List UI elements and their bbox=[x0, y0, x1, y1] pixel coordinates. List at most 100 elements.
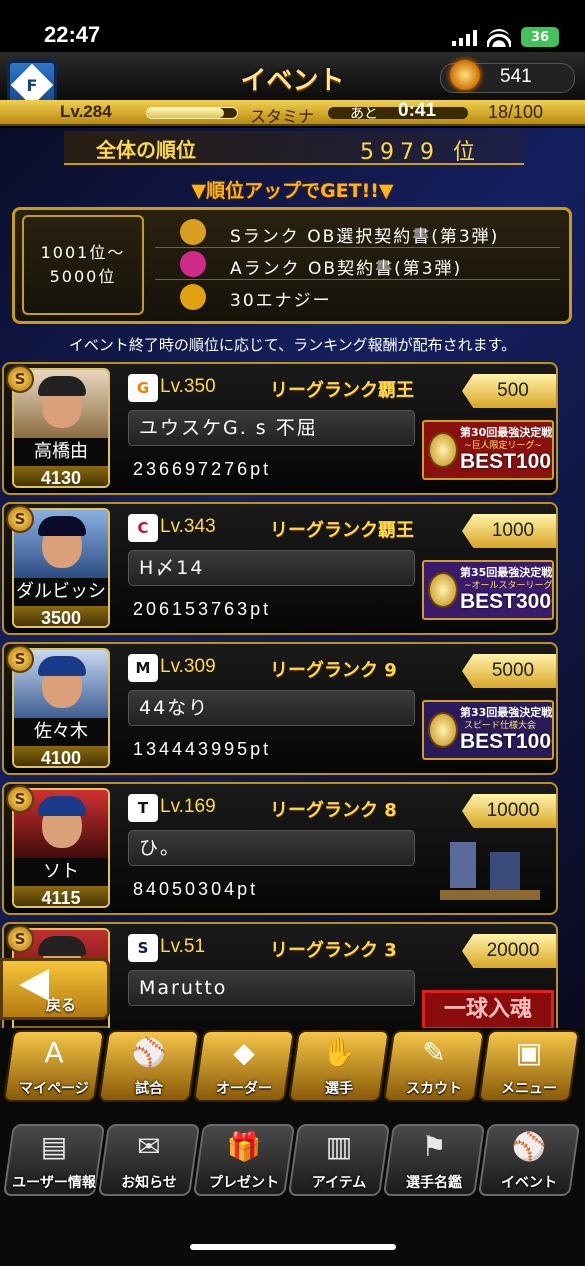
player-book-icon: ⚑ bbox=[421, 1130, 447, 1163]
wifi-icon bbox=[487, 29, 511, 47]
stamina-timer: 0:41 bbox=[398, 100, 437, 121]
giants-icon: G bbox=[128, 374, 158, 402]
title-badge: 第33回最強決定戦 スピード仕様大会 BEST1000 bbox=[422, 700, 554, 760]
rank-tag: 500 bbox=[462, 374, 556, 408]
badge-best: BEST100 bbox=[460, 450, 552, 473]
user-info-icon: ▤ bbox=[40, 1130, 68, 1163]
event-icon: ⚾ bbox=[511, 1130, 547, 1163]
signal-icon bbox=[452, 30, 480, 46]
user-name: 44なり bbox=[128, 690, 415, 726]
order-icon: ◆ bbox=[233, 1036, 255, 1069]
rank-tag: 1000 bbox=[462, 514, 556, 548]
menu-icon: ▣ bbox=[515, 1036, 543, 1069]
player-card-name: 佐々木 bbox=[14, 718, 108, 746]
s-rank-icon: S bbox=[6, 925, 34, 953]
reward-item-label: Sランク OB選択契約書(第3弾) bbox=[230, 227, 500, 247]
badge-best: BEST3000 bbox=[460, 590, 554, 613]
stamina-remain-label: あと bbox=[350, 106, 378, 122]
battery-icon: 36 bbox=[521, 27, 559, 47]
nav-label: 選手 bbox=[325, 1081, 353, 1097]
marines-icon: M bbox=[128, 654, 158, 682]
user-points: 236697276pt bbox=[133, 459, 272, 479]
nav-label: 試合 bbox=[135, 1081, 163, 1097]
user-name: ひ。 bbox=[128, 830, 415, 866]
carp-icon: C bbox=[128, 514, 158, 542]
nav-label: オーダー bbox=[216, 1081, 272, 1097]
s-rank-icon: S bbox=[6, 505, 34, 533]
stamina-label: スタミナ bbox=[250, 107, 315, 126]
status-time: 22:47 bbox=[44, 22, 101, 47]
reward-range: 1001位～ 5000位 bbox=[22, 215, 144, 315]
nav-label: イベント bbox=[501, 1175, 557, 1191]
player-icon: ✋ bbox=[321, 1036, 357, 1069]
energy-icon bbox=[450, 60, 480, 90]
user-level: Lv.51 bbox=[160, 936, 206, 957]
nav-label: ユーザー情報 bbox=[12, 1175, 96, 1191]
nav-label: アイテム bbox=[311, 1175, 367, 1191]
player-card-score: 4115 bbox=[14, 886, 108, 906]
swallows-icon: S bbox=[128, 934, 158, 962]
user-points: 84050304pt bbox=[133, 879, 259, 899]
medal-icon bbox=[428, 432, 458, 468]
scout-icon: ✎ bbox=[422, 1036, 446, 1069]
pixel-players-icon bbox=[440, 842, 540, 902]
energy-value: 541 bbox=[500, 66, 532, 87]
rank-tag: 10000 bbox=[462, 794, 556, 828]
nav-label: スカウト bbox=[406, 1081, 462, 1097]
user-points: 134443995pt bbox=[133, 739, 272, 759]
present-icon: 🎁 bbox=[226, 1130, 262, 1163]
user-name: ユウスケG. s 不屈 bbox=[128, 410, 415, 446]
tigers-icon: T bbox=[128, 794, 158, 822]
reward-item-label: Aランク OB契約書(第3弾) bbox=[230, 259, 463, 279]
nav-label: メニュー bbox=[501, 1081, 557, 1097]
nav-label: マイページ bbox=[19, 1081, 89, 1097]
league-rank: リーグランク 3 bbox=[270, 940, 397, 961]
mypage-icon: A bbox=[44, 1036, 64, 1069]
pink-contract-icon bbox=[180, 251, 206, 277]
notice-icon: ✉ bbox=[137, 1130, 161, 1163]
user-level: Lv.169 bbox=[160, 796, 216, 817]
league-rank: リーグランク 9 bbox=[270, 660, 397, 681]
league-rank: リーグランク 8 bbox=[270, 800, 397, 821]
player-card-name: ダルビッシュ bbox=[14, 578, 108, 626]
league-rank: リーグランク覇王 bbox=[270, 380, 414, 401]
back-label: 戻る bbox=[46, 996, 77, 1014]
user-points: 206153763pt bbox=[133, 599, 272, 619]
back-arrow-icon bbox=[19, 969, 49, 1001]
rank-tag: 20000 bbox=[462, 934, 556, 968]
league-rank: リーグランク覇王 bbox=[270, 520, 414, 541]
nav-label: プレゼント bbox=[209, 1175, 279, 1191]
medal-icon bbox=[428, 712, 458, 748]
reward-range-line1: 1001位～ bbox=[40, 243, 126, 262]
s-rank-icon: S bbox=[6, 785, 34, 813]
item-icon: ▥ bbox=[325, 1130, 353, 1163]
badge-best: BEST1000 bbox=[460, 730, 554, 753]
medal-icon bbox=[428, 572, 458, 608]
level-gauge bbox=[146, 107, 238, 119]
player-level: Lv.284 bbox=[60, 102, 112, 121]
nav-label: お知らせ bbox=[121, 1175, 177, 1191]
player-card-score: 3500 bbox=[14, 606, 108, 626]
nav-label: 選手名鑑 bbox=[406, 1175, 462, 1191]
user-name: H〆14 bbox=[128, 550, 415, 586]
s-rank-icon: S bbox=[6, 645, 34, 673]
ranking-notice: イベント終了時の順位に応じて、ランキング報酬が配布されます。 bbox=[68, 336, 517, 354]
reward-item-label: 30エナジー bbox=[230, 291, 332, 311]
player-card-score: 4130 bbox=[14, 466, 108, 486]
s-rank-icon: S bbox=[6, 365, 34, 393]
stamp-badge: 一球入魂 bbox=[422, 990, 554, 1030]
user-level: Lv.343 bbox=[160, 516, 216, 537]
overall-rank-label: 全体の順位 bbox=[96, 138, 196, 162]
player-card-name: ソト bbox=[14, 858, 108, 886]
reward-range-line2: 5000位 bbox=[49, 267, 117, 286]
overall-rank-value: 5979 位 bbox=[360, 140, 481, 165]
player-card-score: 4100 bbox=[14, 746, 108, 766]
gold-contract-icon bbox=[180, 219, 206, 245]
title-badge: 第35回最強決定戦 ~オールスターリーグ~ BEST3000 bbox=[422, 560, 554, 620]
rank-tag: 5000 bbox=[462, 654, 556, 688]
home-indicator[interactable] bbox=[190, 1244, 396, 1250]
user-name: Marutto bbox=[128, 970, 415, 1006]
stamina-count: 18/100 bbox=[488, 102, 544, 122]
stadium-icon: ⚾ bbox=[131, 1036, 167, 1069]
reward-item bbox=[155, 282, 560, 312]
